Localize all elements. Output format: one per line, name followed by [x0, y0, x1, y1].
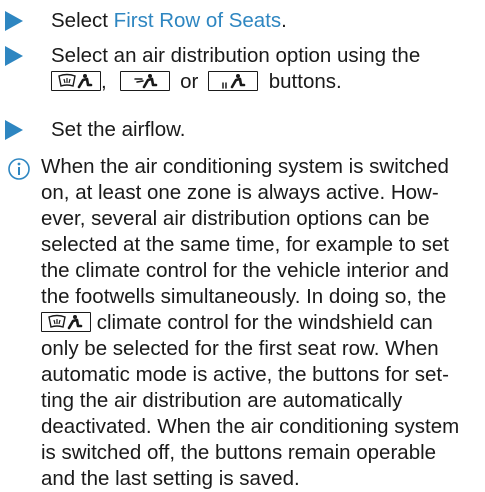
note-line: When the air conditioning system is swit… [41, 155, 449, 178]
note-line-with-button: climate control for the windshield can [41, 310, 481, 336]
separator-comma: , [101, 70, 107, 93]
step-suffix: . [281, 9, 287, 32]
airflow-footwell-button[interactable] [208, 71, 259, 91]
note-line: the footwells simultaneously. In doing s… [41, 285, 447, 308]
step-text: Set the airflow. [51, 118, 186, 141]
note-line: on, at least one zone is always active. … [41, 181, 439, 204]
note-line: selected at the same time, for example t… [41, 233, 449, 256]
separator-or: or [180, 70, 199, 93]
airflow-windshield-button[interactable] [41, 312, 91, 332]
note-line: is switched off, the buttons remain oper… [41, 441, 437, 464]
note-line: only be selected for the first seat row.… [41, 337, 439, 360]
note-line: ting the air distribution are automatica… [41, 389, 403, 412]
step-text: Select an air distribution option using … [51, 43, 420, 95]
first-row-of-seats-link[interactable]: First Row of Seats [114, 9, 281, 32]
note-text: climate control for the windshield can [91, 311, 433, 334]
airflow-windshield-icon [57, 73, 95, 89]
note-line: deactivated. When the air conditioning s… [41, 415, 460, 438]
triangle-right-icon [5, 46, 30, 66]
note-line: automatic mode is active, the buttons fo… [41, 363, 449, 386]
step-suffix: buttons. [268, 70, 342, 93]
airflow-center-icon [126, 73, 164, 89]
note-line: and the last setting is saved. [41, 467, 300, 490]
airflow-windshield-button[interactable] [51, 71, 101, 91]
step-set-airflow: Set the airflow. [0, 117, 185, 143]
step-select-first-row: Select First Row of Seats. [0, 8, 287, 34]
step-prefix: Select [51, 9, 114, 32]
airflow-windshield-icon [47, 314, 85, 330]
info-circle-icon [8, 158, 30, 180]
info-note: When the air conditioning system is swit… [41, 154, 481, 492]
step-select-air-distribution: Select an air distribution option using … [0, 43, 420, 95]
step-line: Select an air distribution option using … [51, 44, 421, 67]
triangle-right-icon [5, 11, 30, 31]
step-line-buttons: , or buttons. [51, 69, 420, 95]
airflow-center-button[interactable] [120, 71, 171, 91]
note-line: ever, several air distribution options c… [41, 207, 430, 230]
note-line: the climate control for the vehicle inte… [41, 259, 449, 282]
step-text: Select First Row of Seats. [51, 8, 287, 34]
triangle-right-icon [5, 120, 30, 140]
airflow-footwell-icon [214, 73, 252, 89]
